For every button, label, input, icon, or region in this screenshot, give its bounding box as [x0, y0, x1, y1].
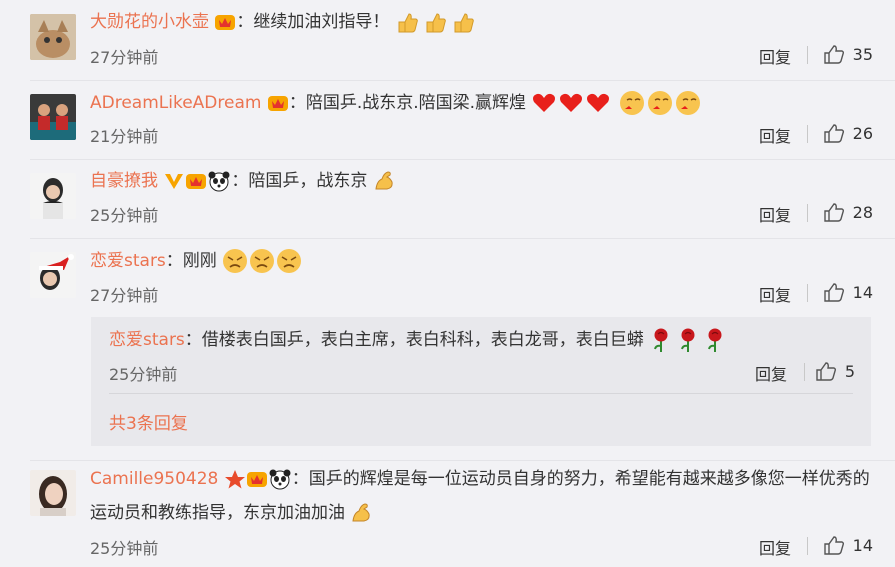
timestamp: 25分钟前: [90, 539, 159, 558]
comment-line: 大勋花的小水壶 ：继续加油刘指导！: [90, 10, 479, 34]
comment-line: 恋爱stars：刚刚: [90, 248, 304, 274]
like-count: 35: [852, 44, 873, 64]
rose-emoji: [649, 327, 729, 353]
avatar-image-girl: [30, 470, 76, 516]
flexed-arm-emoji: [350, 496, 374, 530]
like-count: 28: [852, 202, 873, 222]
subreply-line: 恋爱stars：借楼表白国乒，表白主席，表白科科，表白龙哥，表白巨蟒: [109, 327, 729, 353]
panda-icon: [207, 169, 231, 193]
thumbs-up-icon: [823, 536, 844, 555]
avatar[interactable]: [30, 14, 76, 60]
username[interactable]: 恋爱stars: [90, 251, 166, 271]
red-heart-emoji: [531, 91, 613, 115]
thumbs-up-emoji: [395, 10, 479, 34]
divider: [807, 46, 808, 64]
comment-line: 自豪撩我 ：陪国乒，战东京: [90, 169, 397, 193]
username[interactable]: ADreamLikeADream: [90, 93, 261, 113]
kiss-face-emoji: [619, 90, 705, 116]
reply-button[interactable]: 回复: [759, 535, 791, 559]
avatar[interactable]: [30, 94, 76, 140]
timestamp: 25分钟前: [90, 206, 159, 225]
like-button[interactable]: 28: [823, 202, 873, 222]
divider: [807, 204, 808, 222]
vip-crown-icon: [267, 91, 289, 115]
comment-list: 大勋花的小水壶 ：继续加油刘指导！ 27分钟前 回复 35 ADreamLike…: [0, 0, 895, 567]
timestamp: 27分钟前: [90, 48, 159, 67]
like-count: 14: [852, 282, 873, 302]
username[interactable]: 自豪撩我: [90, 171, 158, 191]
timestamp: 25分钟前: [109, 365, 178, 384]
thumbs-up-icon: [823, 203, 844, 222]
username[interactable]: 大勋花的小水壶: [90, 12, 209, 32]
star-icon: [224, 462, 246, 496]
verified-v-icon: [163, 169, 185, 193]
comment-text: ：陪国乒.战东京.陪国梁.赢辉煌: [288, 93, 527, 113]
username[interactable]: 恋爱stars: [109, 330, 185, 350]
like-count: 14: [852, 535, 873, 555]
divider: [109, 393, 853, 394]
avatar[interactable]: [30, 470, 76, 516]
reply-button[interactable]: 回复: [755, 361, 787, 385]
avatar-image-players: [30, 94, 76, 140]
avatar[interactable]: [30, 252, 76, 298]
thumbs-up-icon: [823, 283, 844, 302]
username[interactable]: Camille950428: [90, 469, 218, 489]
avatar-image-cat: [30, 14, 76, 60]
timestamp: 27分钟前: [90, 286, 159, 305]
divider: [30, 460, 895, 461]
flexed-arm-emoji: [373, 169, 397, 193]
like-button[interactable]: 14: [823, 535, 873, 555]
subreply-text: ：借楼表白国乒，表白主席，表白科科，表白龙哥，表白巨蟒: [184, 330, 644, 350]
reply-button[interactable]: 回复: [759, 123, 791, 147]
vip-crown-icon: [246, 462, 268, 496]
crying-face-emoji: [222, 248, 304, 274]
more-replies-link[interactable]: 共3条回复: [109, 409, 188, 434]
comment-text: ：继续加油刘指导！: [236, 12, 390, 32]
thumbs-up-icon: [823, 45, 844, 64]
divider: [807, 284, 808, 302]
thumbs-up-icon: [823, 124, 844, 143]
reply-button[interactable]: 回复: [759, 282, 791, 306]
subreply-box: 恋爱stars：借楼表白国乒，表白主席，表白科科，表白龙哥，表白巨蟒 25分钟前…: [91, 317, 871, 446]
divider: [804, 363, 805, 381]
reply-button[interactable]: 回复: [759, 202, 791, 226]
like-count: 5: [844, 361, 855, 381]
like-button[interactable]: 5: [815, 361, 855, 381]
divider: [30, 238, 895, 239]
comment-text: ：刚刚: [165, 251, 217, 271]
like-button[interactable]: 35: [823, 44, 873, 64]
vip-crown-icon: [185, 169, 207, 193]
like-button[interactable]: 26: [823, 123, 873, 143]
divider: [30, 80, 895, 81]
avatar-image-christmas: [30, 252, 76, 298]
avatar-image-person: [30, 173, 76, 219]
panda-icon: [268, 462, 292, 496]
reply-button[interactable]: 回复: [759, 44, 791, 68]
vip-crown-icon: [214, 10, 236, 34]
divider: [807, 125, 808, 143]
comment-line: Camille950428 ：国乒的辉煌是每一位运动员自身的努力，希望能有越来越…: [90, 462, 880, 530]
divider: [807, 537, 808, 555]
comment-line: ADreamLikeADream ：陪国乒.战东京.陪国梁.赢辉煌: [90, 90, 705, 116]
thumbs-up-icon: [816, 362, 836, 381]
divider: [30, 159, 895, 160]
comment-text: ：陪国乒，战东京: [231, 171, 368, 191]
avatar[interactable]: [30, 173, 76, 219]
timestamp: 21分钟前: [90, 127, 159, 146]
like-button[interactable]: 14: [823, 282, 873, 302]
like-count: 26: [852, 123, 873, 143]
